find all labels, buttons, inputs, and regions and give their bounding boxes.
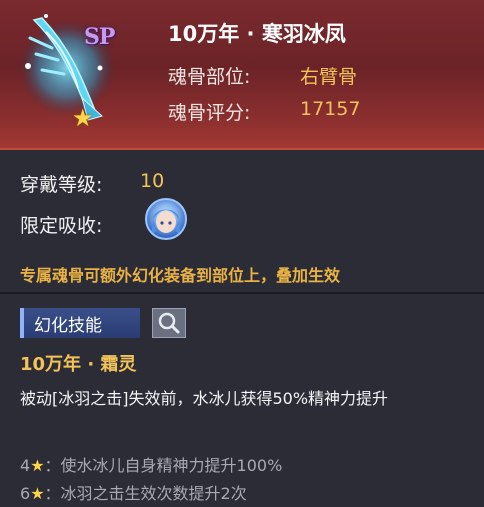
skill-description: 被动[冰羽之击]失效前，水冰儿获得50%精神力提升 — [20, 389, 389, 408]
item-title: 10万年 · 寒羽冰凤 — [168, 22, 346, 46]
soul-bone-card: SP ★ 10万年 · 寒羽冰凤 魂骨部位: 右臂骨 魂骨评分: 17157 穿… — [0, 0, 484, 507]
tab-transform-skill-label: 幻化技能 — [34, 316, 102, 336]
star-bonus-text: ：冰羽之击生效次数提升2次 — [44, 484, 247, 503]
star-bonus-6: 6★：冰羽之击生效次数提升2次 — [20, 480, 247, 504]
star-bonus-4: 4★：使水冰儿自身精神力提升100% — [20, 452, 282, 476]
sp-badge: SP — [84, 24, 115, 50]
star-level: 6 — [20, 484, 31, 503]
search-icon — [158, 312, 180, 334]
star-bonus-text: ：使水冰儿自身精神力提升100% — [44, 456, 283, 475]
slot-label: 魂骨部位: — [168, 66, 251, 88]
tab-transform-skill[interactable]: 幻化技能 — [20, 308, 140, 338]
wear-level-label: 穿戴等级: — [20, 174, 103, 196]
star-icon: ★ — [30, 456, 45, 475]
score-value: 17157 — [300, 98, 361, 120]
section-divider — [0, 292, 484, 294]
exclusive-note: 专属魂骨可额外幻化装备到部位上，叠加生效 — [20, 266, 341, 285]
limit-absorb-label: 限定吸收: — [20, 215, 103, 237]
star-level: 4 — [20, 456, 31, 475]
character-avatar[interactable] — [145, 198, 187, 240]
wear-level-value: 10 — [140, 170, 165, 192]
score-label: 魂骨评分: — [168, 102, 251, 124]
search-button[interactable] — [152, 308, 186, 338]
slot-value: 右臂骨 — [300, 66, 358, 88]
star-icon: ★ — [30, 484, 45, 503]
star-icon: ★ — [72, 104, 94, 132]
skill-name: 10万年 · 霜灵 — [20, 354, 137, 375]
card-header: SP ★ 10万年 · 寒羽冰凤 魂骨部位: 右臂骨 魂骨评分: 17157 — [0, 0, 484, 150]
soul-bone-icon[interactable]: SP ★ — [12, 8, 130, 132]
